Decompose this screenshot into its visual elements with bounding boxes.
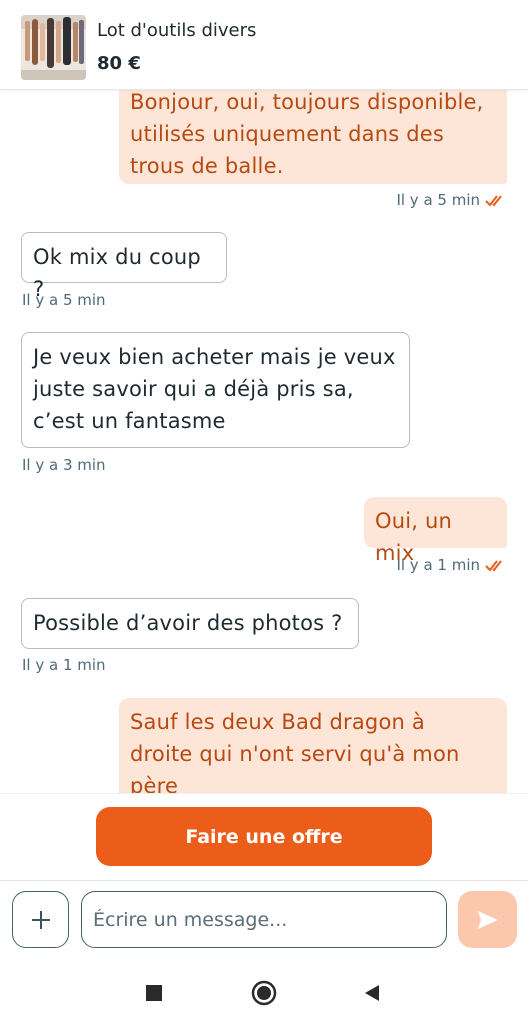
- plus-icon: [31, 910, 50, 929]
- message-timestamp: Il y a 3 min: [22, 456, 106, 474]
- message-timestamp: Il y a 5 min: [300, 191, 505, 209]
- message-line: Bonjour, oui, toujours disponible,: [130, 90, 484, 114]
- message-timestamp: Il y a 1 min: [300, 556, 505, 574]
- message-bubble-sent: Bonjour, oui, toujours disponible, utili…: [119, 78, 507, 184]
- message-line: père: [130, 774, 179, 793]
- message-bubble-received: Ok mix du coup ?: [21, 232, 227, 301]
- back-triangle-icon: [365, 985, 379, 1001]
- message-line: utilisés uniquement dans des: [130, 122, 445, 146]
- message-line: juste savoir qui a déjà pris sa,: [33, 377, 354, 401]
- message-line: Possible d’avoir des photos ?: [33, 611, 343, 635]
- read-receipt-icon: [485, 559, 502, 572]
- listing-thumbnail[interactable]: [21, 15, 86, 80]
- back-button[interactable]: [358, 979, 386, 1007]
- message-bubble-sent: Oui, un mix: [364, 497, 507, 565]
- message-bubble-received: Je veux bien acheter mais je veux juste …: [21, 332, 410, 448]
- chat-thread[interactable]: Bonjour, oui, toujours disponible, utili…: [0, 0, 528, 793]
- listing-header[interactable]: Lot d'outils divers 80 €: [0, 0, 528, 90]
- message-timestamp: Il y a 5 min: [22, 291, 106, 309]
- home-button[interactable]: [248, 977, 280, 1009]
- system-navigation-bar: [0, 962, 528, 1024]
- message-bubble-received: Possible d’avoir des photos ?: [21, 598, 359, 649]
- listing-price: 80 €: [97, 53, 141, 74]
- message-input[interactable]: [81, 891, 447, 948]
- send-button[interactable]: [458, 891, 517, 948]
- listing-photo: [21, 15, 86, 80]
- message-timestamp: Il y a 1 min: [22, 656, 106, 674]
- send-icon: [477, 910, 498, 929]
- message-line: trous de balle.: [130, 154, 284, 178]
- home-circle-icon: [251, 980, 277, 1006]
- message-line: Je veux bien acheter mais je veux: [33, 345, 396, 369]
- message-line: Sauf les deux Bad dragon à: [130, 710, 425, 734]
- recents-button[interactable]: [140, 979, 168, 1007]
- message-line: droite qui n'ont servi qu'à mon: [130, 742, 460, 766]
- message-bubble-sent: Sauf les deux Bad dragon à droite qui n'…: [119, 698, 507, 793]
- listing-title: Lot d'outils divers: [97, 20, 257, 41]
- make-offer-button[interactable]: Faire une offre: [96, 807, 432, 866]
- message-line: c’est un fantasme: [33, 409, 226, 433]
- square-icon: [146, 985, 162, 1001]
- read-receipt-icon: [485, 194, 502, 207]
- attach-button[interactable]: [12, 891, 69, 948]
